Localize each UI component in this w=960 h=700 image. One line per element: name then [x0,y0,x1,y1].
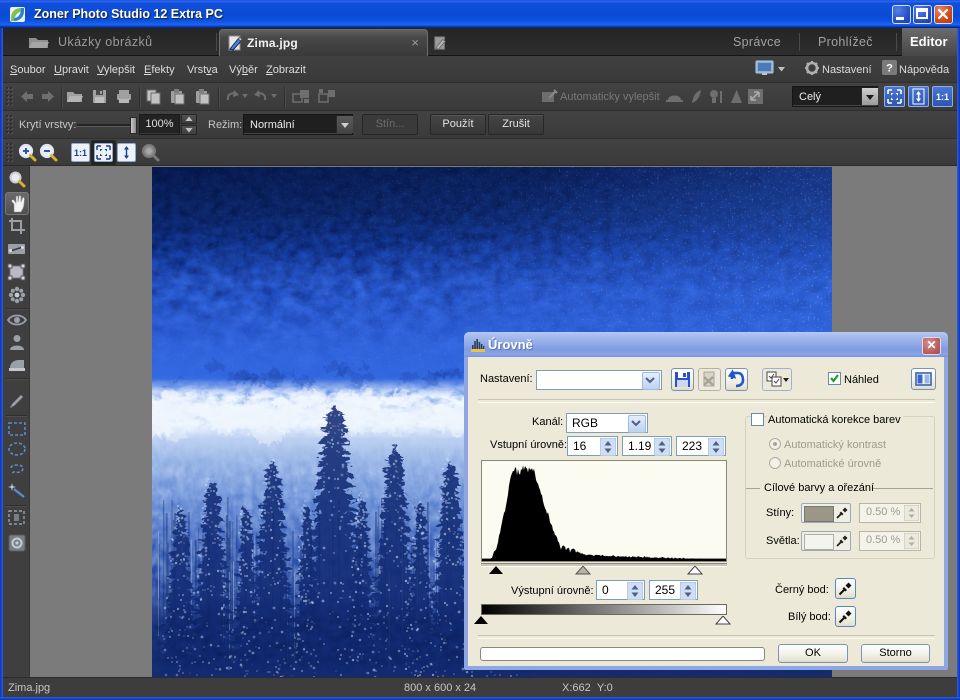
svg-text:1:1: 1:1 [936,92,949,102]
svg-text:?: ? [886,63,893,75]
svg-text:1:1: 1:1 [74,148,87,158]
